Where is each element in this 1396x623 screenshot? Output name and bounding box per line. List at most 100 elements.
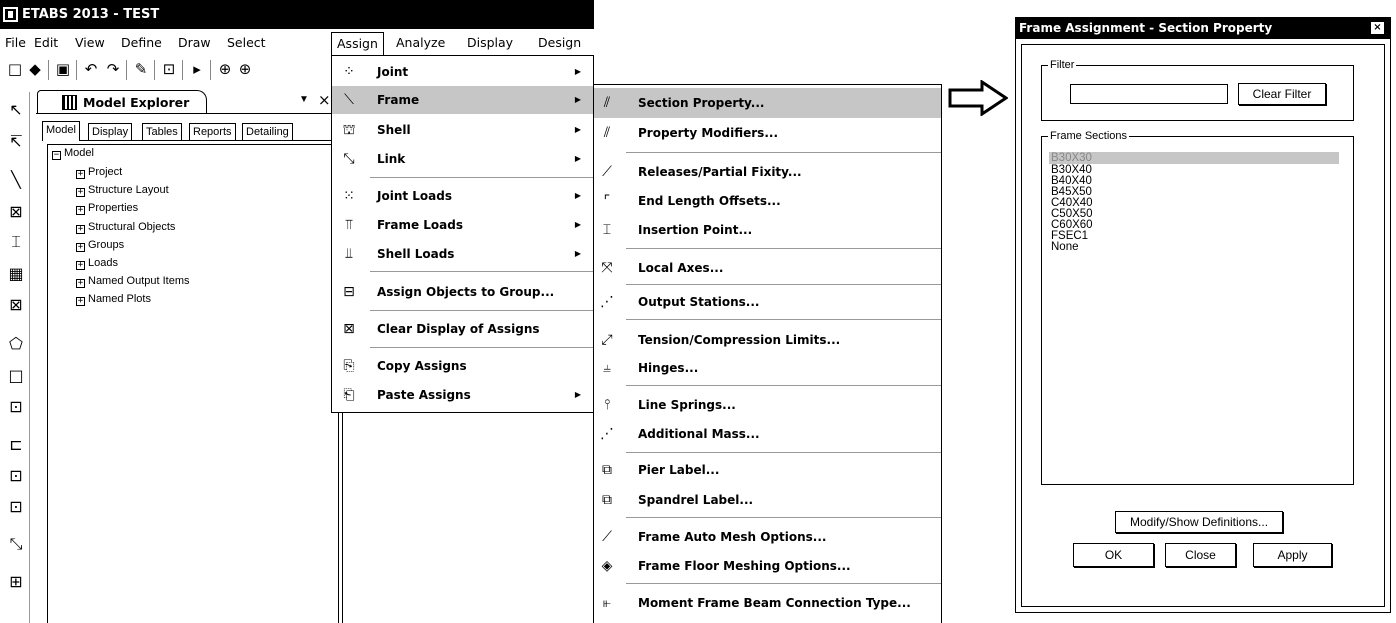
- tab-detailing[interactable]: Detailing: [242, 123, 293, 140]
- menu-item-end-length-offsets[interactable]: ⌜ End Length Offsets...: [594, 186, 941, 216]
- draw-brace-icon[interactable]: ⊠: [6, 202, 26, 222]
- list-item[interactable]: B30X30: [1049, 152, 1339, 164]
- frame-sections-group-label: Frame Sections: [1048, 130, 1130, 142]
- open-icon[interactable]: ◆: [26, 60, 44, 78]
- menu-select[interactable]: Select: [227, 31, 266, 55]
- menu-item-spandrel-label[interactable]: ⧉ Spandrel Label...: [594, 485, 941, 515]
- tab-tables[interactable]: Tables: [142, 123, 182, 140]
- dialog-title-bar: Frame Assignment - Section Property ×: [1016, 18, 1390, 39]
- menu-item-pier-label[interactable]: ⧉ Pier Label...: [594, 455, 941, 485]
- tree-item-groups[interactable]: + Groups: [76, 239, 124, 252]
- menu-define[interactable]: Define: [121, 31, 162, 55]
- menu-item-link[interactable]: ⤡ Link ▶: [332, 145, 593, 173]
- menu-bar: File Edit View Define Draw Select Assign…: [0, 31, 594, 56]
- draw-rectangle-icon[interactable]: □: [6, 366, 26, 386]
- pointer-icon[interactable]: ↖: [6, 100, 26, 120]
- draw-opening-icon[interactable]: ⊡: [6, 466, 26, 486]
- run-analysis-icon[interactable]: ▸: [188, 60, 206, 78]
- draw-polygon-icon[interactable]: ⬠: [6, 334, 26, 354]
- menu-item-frame-auto-mesh[interactable]: ⟋ Frame Auto Mesh Options...: [594, 522, 941, 552]
- local-axes-icon: ⤧: [601, 260, 613, 276]
- menu-item-copy-assigns[interactable]: ⎘ Copy Assigns: [332, 352, 593, 380]
- tab-reports[interactable]: Reports: [189, 123, 236, 140]
- draw-column-icon[interactable]: ⌶: [6, 232, 26, 252]
- draw-point-icon[interactable]: ⊡: [6, 497, 26, 517]
- menu-item-shell-loads[interactable]: ⫫ Shell Loads ▶: [332, 240, 593, 268]
- menu-item-joint[interactable]: ⁘ Joint ▶: [332, 58, 593, 86]
- quick-draw-icon[interactable]: ▦: [6, 264, 26, 284]
- output-stations-icon: ⋰: [600, 294, 614, 310]
- new-model-icon[interactable]: □: [6, 60, 24, 78]
- modify-show-definitions-button[interactable]: Modify/Show Definitions...: [1115, 511, 1283, 533]
- menu-item-shell[interactable]: ⛫ Shell ▶: [332, 116, 593, 144]
- quick-area-icon[interactable]: ⊡: [6, 397, 26, 417]
- clear-display-icon: ⊠: [343, 321, 355, 337]
- menu-analyze[interactable]: Analyze: [396, 31, 445, 55]
- menu-item-paste-assigns[interactable]: ⎗ Paste Assigns ▶: [332, 381, 593, 409]
- filter-input[interactable]: [1070, 84, 1228, 104]
- undo-icon[interactable]: ↶: [82, 60, 100, 78]
- close-button[interactable]: Close: [1165, 543, 1236, 567]
- tree-item-named-plots[interactable]: + Named Plots: [76, 293, 151, 306]
- beam-connection-icon: ⫦: [603, 595, 611, 611]
- clear-filter-button[interactable]: Clear Filter: [1238, 83, 1326, 105]
- dropdown-arrow-icon[interactable]: ▼: [299, 94, 309, 105]
- apply-button[interactable]: Apply: [1253, 543, 1332, 567]
- pencil-icon[interactable]: ✎: [132, 60, 150, 78]
- menu-item-hinges[interactable]: ⫨ Hinges...: [594, 353, 941, 383]
- zoom-in-icon[interactable]: ⊕: [236, 60, 254, 78]
- draw-link-icon[interactable]: ⤡: [6, 534, 26, 554]
- menu-item-insertion-point[interactable]: ⌶ Insertion Point...: [594, 215, 941, 245]
- menu-item-output-stations[interactable]: ⋰ Output Stations...: [594, 287, 941, 317]
- menu-item-frame-floor-meshing[interactable]: ◈ Frame Floor Meshing Options...: [594, 551, 941, 581]
- menu-draw[interactable]: Draw: [178, 31, 211, 55]
- tab-display[interactable]: Display: [88, 123, 133, 140]
- draw-wall-icon[interactable]: ⊏: [6, 435, 26, 455]
- menu-item-frame[interactable]: ⟍ Frame ▶: [332, 86, 593, 114]
- menu-design[interactable]: Design: [538, 31, 581, 55]
- tab-model[interactable]: Model: [42, 121, 80, 141]
- dialog-close-icon[interactable]: ×: [1371, 22, 1384, 34]
- tree-item-loads[interactable]: + Loads: [76, 257, 118, 270]
- tree-item-structural-objects[interactable]: + Structural Objects: [76, 221, 175, 234]
- tree-item-project[interactable]: + Project: [76, 166, 122, 179]
- menu-item-frame-loads[interactable]: ⫪ Frame Loads ▶: [332, 211, 593, 239]
- menu-item-line-springs[interactable]: ⫯ Line Springs...: [594, 390, 941, 420]
- pier-label-icon: ⧉: [602, 462, 612, 478]
- menu-assign[interactable]: Assign: [331, 32, 384, 56]
- menu-item-tension-compression-limits[interactable]: ⤢ Tension/Compression Limits...: [594, 325, 941, 355]
- draw-line-icon[interactable]: ╲: [6, 170, 26, 190]
- explorer-close-icon[interactable]: ×: [318, 91, 331, 109]
- paste-icon: ⎗: [343, 387, 355, 403]
- menu-item-releases[interactable]: ⟋ Releases/Partial Fixity...: [594, 157, 941, 187]
- menu-edit[interactable]: Edit: [34, 31, 58, 55]
- list-item[interactable]: None: [1049, 241, 1339, 253]
- menu-item-local-axes[interactable]: ⤧ Local Axes...: [594, 253, 941, 283]
- save-icon[interactable]: ▣: [54, 60, 72, 78]
- tree-item-named-output-items[interactable]: + Named Output Items: [76, 275, 190, 288]
- draw-cross-brace-icon[interactable]: ⊠: [6, 295, 26, 315]
- menu-display[interactable]: Display: [467, 31, 513, 55]
- frame-sections-list[interactable]: B30X30 B30X40 B40X40 B45X50 C40X40 C50X5…: [1049, 150, 1339, 490]
- menu-item-clear-display-of-assigns[interactable]: ⊠ Clear Display of Assigns: [332, 315, 593, 343]
- redo-icon[interactable]: ↷: [104, 60, 122, 78]
- line-springs-icon: ⫯: [603, 397, 611, 413]
- reshape-icon[interactable]: ↸: [6, 132, 26, 152]
- tree-root[interactable]: − Model: [52, 147, 94, 160]
- ok-button[interactable]: OK: [1073, 543, 1154, 567]
- draw-grid-icon[interactable]: ⊞: [6, 572, 26, 592]
- zoom-window-icon[interactable]: ⊕: [216, 60, 234, 78]
- tree-item-structure-layout[interactable]: + Structure Layout: [76, 184, 169, 197]
- menu-item-property-modifiers[interactable]: ⫽ Property Modifiers...: [594, 118, 941, 148]
- menu-item-assign-objects-to-group[interactable]: ⊟ Assign Objects to Group...: [332, 278, 593, 306]
- menu-item-joint-loads[interactable]: ⁙ Joint Loads ▶: [332, 182, 593, 210]
- menu-item-beam-connection-type[interactable]: ⫦ Moment Frame Beam Connection Type...: [594, 588, 941, 618]
- menu-view[interactable]: View: [75, 31, 105, 55]
- tree-item-properties[interactable]: + Properties: [76, 202, 138, 215]
- menu-item-additional-mass[interactable]: ⋰ Additional Mass...: [594, 419, 941, 449]
- menu-item-section-property[interactable]: ⫽ Section Property...: [594, 88, 941, 118]
- frame-icon: ⟍: [344, 92, 354, 108]
- menu-file[interactable]: File: [5, 31, 26, 55]
- lock-icon[interactable]: ⊡: [160, 60, 178, 78]
- model-explorer-tab[interactable]: Model Explorer: [37, 90, 207, 114]
